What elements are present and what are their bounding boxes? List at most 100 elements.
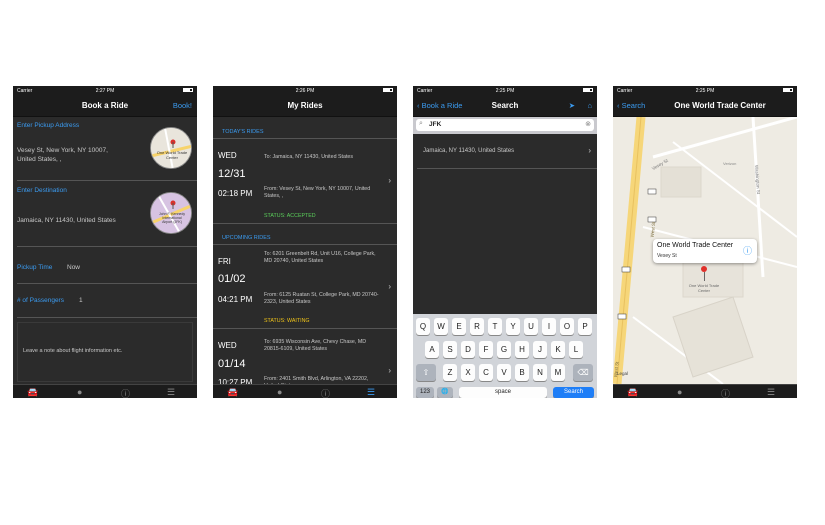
key-k[interactable]: K — [551, 341, 565, 358]
chevron-right-icon: › — [388, 282, 391, 291]
key-t[interactable]: T — [488, 318, 502, 335]
legal-link[interactable]: Legal — [617, 371, 628, 376]
destination-value: Jamaica, NY 11430, United States — [17, 217, 116, 224]
tab-person-icon[interactable]: ● — [277, 387, 282, 397]
tab-car-icon[interactable]: 🚘 — [227, 387, 238, 398]
key-f[interactable]: F — [479, 341, 493, 358]
info-icon[interactable]: ⓘ — [743, 244, 752, 257]
key-x[interactable]: X — [461, 364, 475, 381]
tab-list-icon[interactable]: ☰ — [367, 387, 375, 398]
ride-time: 02:18 PM — [218, 189, 253, 198]
pickup-address-line1: Vesey St, New York, NY 10007, — [17, 147, 108, 154]
home-icon[interactable]: ⌂ — [587, 101, 592, 110]
callout-title: One World Trade Center — [657, 242, 734, 249]
battery-icon — [183, 88, 193, 92]
pickup-map-label: One World Trade Center — [156, 150, 188, 160]
key-w[interactable]: W — [434, 318, 448, 335]
pickup-time-value[interactable]: Now — [67, 264, 80, 271]
divider — [213, 138, 397, 139]
ride-destination: To: Jamaica, NY 11430, United States — [264, 154, 354, 160]
pickup-map-thumbnail[interactable]: One World Trade Center — [150, 127, 192, 169]
upcoming-section-header: UPCOMING RIDES — [222, 235, 271, 241]
battery-icon — [383, 88, 393, 92]
note-textarea[interactable]: Leave a note about flight information et… — [17, 322, 193, 382]
key-e[interactable]: E — [452, 318, 466, 335]
key-q[interactable]: Q — [416, 318, 430, 335]
map-callout[interactable]: One World Trade Center Vesey St ⓘ — [653, 239, 757, 263]
book-button[interactable]: Book! — [173, 101, 192, 110]
key-v[interactable]: V — [497, 364, 511, 381]
tab-person-icon[interactable]: ● — [77, 387, 82, 397]
navigation-bar: Book a Ride Book! — [13, 96, 197, 117]
location-arrow-icon[interactable]: ➤ — [569, 101, 575, 110]
globe-icon[interactable]: 🌐 — [437, 387, 453, 398]
destination-map-thumbnail[interactable]: John F. Kennedy International Airport (J… — [150, 192, 192, 234]
pickup-time-label[interactable]: Pickup Time — [17, 264, 52, 271]
search-input[interactable]: ⌕ JFK ⊗ — [416, 119, 594, 131]
ride-status: STATUS: WAITING — [264, 318, 310, 324]
tab-car-icon[interactable]: 🚘 — [27, 387, 38, 398]
key-u[interactable]: U — [524, 318, 538, 335]
divider — [17, 317, 197, 318]
ride-destination: To: 6201 Greenbelt Rd, Unit U16, College… — [264, 251, 376, 264]
pickup-address-line2: United States, , — [17, 156, 62, 163]
passengers-value[interactable]: 1 — [79, 297, 83, 304]
key-c[interactable]: C — [479, 364, 493, 381]
tab-bar: 🚘 ● ⓘ ☰ — [13, 384, 197, 398]
tab-bar: 🚘 ● ⓘ ☰ — [613, 384, 797, 398]
callout-subtitle: Vesey St — [657, 253, 677, 259]
key-o[interactable]: O — [560, 318, 574, 335]
ride-origin: From: Vesey St, New York, NY 10007, Unit… — [264, 186, 371, 199]
battery-icon — [583, 88, 593, 92]
key-r[interactable]: R — [470, 318, 484, 335]
shift-key[interactable]: ⇧ — [416, 364, 436, 381]
divider — [17, 283, 197, 284]
map-view[interactable]: West St West St Vesey St Washington St V… — [613, 117, 797, 384]
pickup-address-label[interactable]: Enter Pickup Address — [17, 122, 79, 129]
tab-info-icon[interactable]: ⓘ — [121, 387, 130, 398]
backspace-key[interactable]: ⌫ — [573, 364, 593, 381]
back-button[interactable]: ‹ Search — [617, 101, 645, 110]
ride-date: 12/31 — [218, 168, 246, 180]
divider — [417, 168, 597, 169]
numbers-key[interactable]: 123 — [416, 387, 434, 398]
tab-bar: 🚘 ● ⓘ ☰ — [213, 384, 397, 398]
tab-info-icon[interactable]: ⓘ — [321, 387, 330, 398]
passengers-label[interactable]: # of Passengers — [17, 297, 64, 304]
key-s[interactable]: S — [443, 341, 457, 358]
tab-info-icon[interactable]: ⓘ — [721, 387, 730, 398]
key-a[interactable]: A — [425, 341, 439, 358]
clock: 2:27 PM — [95, 88, 115, 94]
key-n[interactable]: N — [533, 364, 547, 381]
key-m[interactable]: M — [551, 364, 565, 381]
key-g[interactable]: G — [497, 341, 511, 358]
ride-date: 01/02 — [218, 273, 246, 285]
clock: 2:25 PM — [495, 88, 515, 94]
space-key[interactable]: space — [459, 387, 547, 398]
search-key[interactable]: Search — [553, 387, 594, 398]
tab-car-icon[interactable]: 🚘 — [627, 387, 638, 398]
tab-list-icon[interactable]: ☰ — [167, 387, 175, 398]
key-p[interactable]: P — [578, 318, 592, 335]
key-y[interactable]: Y — [506, 318, 520, 335]
clock: 2:25 PM — [695, 88, 715, 94]
ride-day: FRI — [218, 257, 231, 266]
search-value: JFK — [429, 121, 442, 128]
ride-day: WED — [218, 341, 237, 350]
clear-icon[interactable]: ⊗ — [585, 120, 591, 128]
divider — [17, 180, 197, 181]
key-b[interactable]: B — [515, 364, 529, 381]
key-l[interactable]: L — [569, 341, 583, 358]
tab-person-icon[interactable]: ● — [677, 387, 682, 397]
destination-label[interactable]: Enter Destination — [17, 187, 67, 194]
key-d[interactable]: D — [461, 341, 475, 358]
key-i[interactable]: I — [542, 318, 556, 335]
note-placeholder: Leave a note about flight information et… — [23, 348, 123, 354]
key-j[interactable]: J — [533, 341, 547, 358]
ride-time: 04:21 PM — [218, 295, 253, 304]
tab-list-icon[interactable]: ☰ — [767, 387, 775, 398]
search-icon: ⌕ — [419, 120, 423, 127]
key-h[interactable]: H — [515, 341, 529, 358]
my-rides-screen: 2:26 PM My Rides TODAY'S RIDES WED 12/31… — [213, 86, 397, 398]
key-z[interactable]: Z — [443, 364, 457, 381]
